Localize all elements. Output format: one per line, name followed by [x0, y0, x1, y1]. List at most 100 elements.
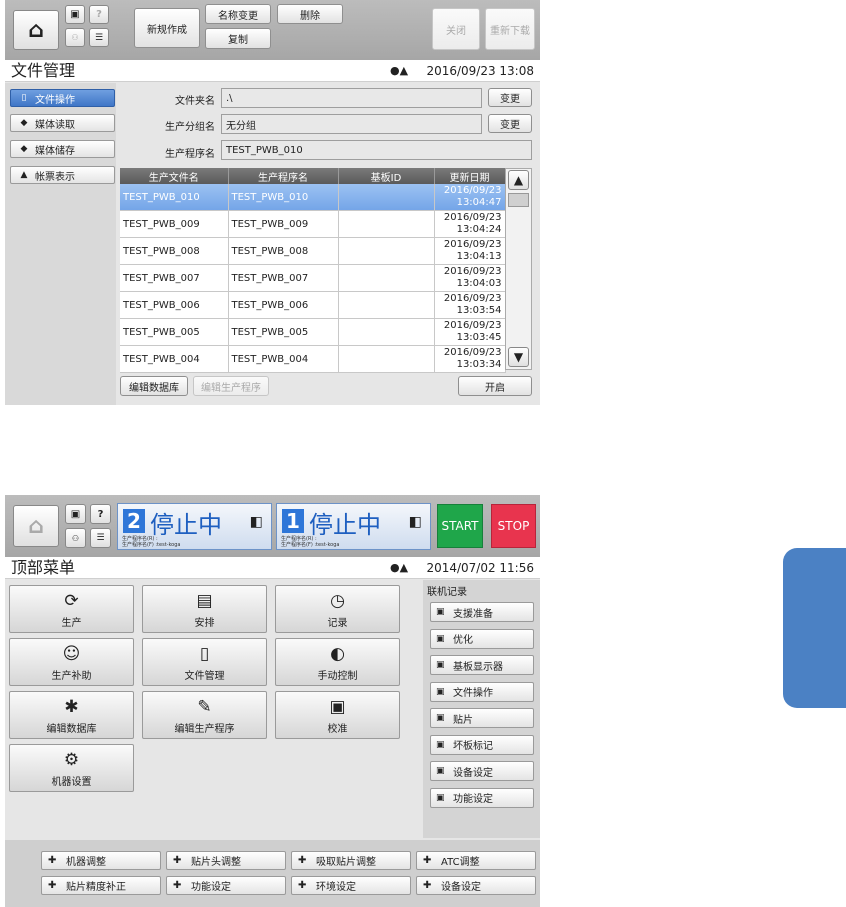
open-button[interactable]: 开启	[458, 376, 532, 396]
scroll-down-arrow-icon[interactable]: ▼	[508, 347, 529, 367]
change-group-button[interactable]: 变更	[488, 114, 532, 133]
menu-button-database[interactable]: ✱ 编辑数据库	[9, 691, 134, 739]
record-item-prep[interactable]: ▣ 支援准备	[430, 602, 534, 622]
menu-button-auto[interactable]: ⟳ 生产	[9, 585, 134, 633]
rename-button[interactable]: 名称变更	[205, 4, 271, 24]
scroll-thumb[interactable]	[508, 193, 529, 207]
menu-button-label: 机器设置	[51, 777, 92, 788]
table-row[interactable]: TEST_PWB_007 TEST_PWB_007 2016/09/23 13:04:…	[120, 264, 506, 292]
group-label: 生产分组名	[165, 122, 215, 133]
footer-button-accuracy[interactable]: ✚ 贴片精度补正	[41, 876, 161, 895]
menu-button-manual[interactable]: ◐ 手动控制	[275, 638, 400, 686]
new-button[interactable]: 新规作成	[134, 8, 200, 48]
sidebar-item-media-read[interactable]: ◆ 媒体读取	[10, 114, 115, 132]
home-icon[interactable]: ⌂	[13, 10, 59, 50]
record-item-label: 功能设定	[453, 794, 493, 805]
footer-button-pickup-adjust[interactable]: ✚ 吸取贴片调整	[291, 851, 411, 870]
footer-button-atc-adjust[interactable]: ✚ ATC调整	[416, 851, 536, 870]
footer-button-label: 贴片头调整	[191, 857, 241, 868]
program-label: 生产程序名	[165, 149, 215, 160]
board-display-icon: ▣	[436, 660, 445, 670]
menu-button-program[interactable]: ✎ 编辑生产程序	[142, 691, 267, 739]
table-row[interactable]: TEST_PWB_010 TEST_PWB_010 2016/09/23 13:04:…	[120, 184, 506, 211]
status-panel-1[interactable]: 1 停止中 ◧ 生产程序名(R) : 生产程序名(F) :test-koga	[276, 503, 431, 550]
status-panel-2[interactable]: 2 停止中 ◧ 生产程序名(R) : 生产程序名(F) :test-koga	[117, 503, 272, 550]
table-row[interactable]: TEST_PWB_008 TEST_PWB_008 2016/09/23 13:04:…	[120, 237, 506, 265]
help-icon[interactable]: ?	[89, 5, 109, 24]
home-icon[interactable]: ⌂	[13, 505, 59, 547]
record-item-device-settings[interactable]: ▣ 设备设定	[430, 761, 534, 781]
start-button[interactable]: START	[437, 504, 483, 548]
update-date-cell: 2016/09/23 13:03:54	[434, 291, 506, 319]
stop-button[interactable]: STOP	[491, 504, 536, 548]
table-row[interactable]: TEST_PWB_005 TEST_PWB_005 2016/09/23 13:03:…	[120, 318, 506, 346]
board-id-cell	[338, 264, 435, 292]
accuracy-icon: ✚	[48, 880, 57, 891]
col-board-id[interactable]: 基板ID	[338, 168, 435, 184]
table-header: 生产文件名 生产程序名 基板ID 更新日期	[120, 168, 506, 184]
record-item-function-settings[interactable]: ▣ 功能设定	[430, 787, 534, 808]
sidebar-item-media-save[interactable]: ◆ 媒体储存	[10, 140, 115, 158]
change-folder-button[interactable]: 变更	[488, 88, 532, 107]
record-item-bad-mark[interactable]: ▣ 坏板标记	[430, 734, 534, 755]
record-item-board-display[interactable]: ▣ 基板显示器	[430, 655, 534, 675]
board-id-cell	[338, 291, 435, 319]
sidebar-item-file-op[interactable]: ▯ 文件操作	[10, 89, 115, 107]
device-settings-icon: ▣	[436, 766, 445, 776]
menu-button-schedule[interactable]: ▤ 安排	[142, 585, 267, 633]
program-name-cell: TEST_PWB_007	[228, 264, 339, 292]
title-bar: 文件管理 ●▲ 2016/09/23 13:08	[5, 60, 540, 82]
copy-button[interactable]: 复制	[205, 28, 271, 49]
table-scrollbar[interactable]: ▲ ▼	[505, 168, 532, 370]
operator-icon[interactable]: ⚇	[65, 528, 86, 548]
menu-button-calibration[interactable]: ▣ 校准	[275, 691, 400, 739]
program-icon: ✎	[197, 697, 212, 717]
footer-button-function-settings[interactable]: ✚ 功能设定	[166, 876, 286, 895]
table-row[interactable]: TEST_PWB_004 TEST_PWB_004 2016/09/23 13:03:…	[120, 345, 506, 373]
datetime: 2016/09/23 13:08	[426, 64, 534, 78]
program-name-cell: TEST_PWB_005	[228, 318, 339, 346]
edit-program-button[interactable]: 编辑生产程序	[193, 376, 269, 396]
footer-button-device-settings[interactable]: ✚ 设备设定	[416, 876, 536, 895]
record-item-mount[interactable]: ▣ 贴片	[430, 708, 534, 728]
menu-button-label: 生产补助	[51, 671, 92, 682]
file-name-cell: TEST_PWB_004	[120, 345, 229, 373]
menu-button-label: 安排	[194, 618, 215, 629]
network-icon[interactable]: ☰	[89, 28, 109, 47]
program-field: TEST_PWB_010	[221, 140, 532, 160]
update-date-cell: 2016/09/23 13:03:34	[434, 345, 506, 373]
machine-icon: ◧	[408, 514, 422, 530]
col-file-name[interactable]: 生产文件名	[120, 168, 229, 184]
network-icon[interactable]: ☰	[90, 528, 111, 548]
close-button[interactable]: 关闭	[432, 8, 480, 50]
delete-button[interactable]: 删除	[277, 4, 343, 24]
menu-button-label: 编辑生产程序	[174, 724, 235, 735]
menu-button-file[interactable]: ▯ 文件管理	[142, 638, 267, 686]
update-date-cell: 2016/09/23 13:03:45	[434, 318, 506, 346]
record-item-file-op[interactable]: ▣ 文件操作	[430, 681, 534, 702]
menu-button-support[interactable]: ☺ 生产补助	[9, 638, 134, 686]
table-row[interactable]: TEST_PWB_009 TEST_PWB_009 2016/09/23 13:04:…	[120, 210, 506, 238]
col-update-date[interactable]: 更新日期	[434, 168, 506, 184]
board-id-cell	[338, 237, 435, 265]
scroll-up-arrow-icon[interactable]: ▲	[508, 170, 529, 190]
table-row[interactable]: TEST_PWB_006 TEST_PWB_006 2016/09/23 13:03:…	[120, 291, 506, 319]
display-icon[interactable]: ▣	[65, 504, 86, 524]
sidebar-item-report[interactable]: ▲ 帐票表示	[10, 166, 115, 184]
schedule-icon: ▤	[196, 591, 213, 611]
menu-button-history[interactable]: ◷ 记录	[275, 585, 400, 633]
file-name-cell: TEST_PWB_010	[120, 184, 229, 211]
reload-button[interactable]: 重新下载	[485, 8, 535, 50]
col-program-name[interactable]: 生产程序名	[228, 168, 339, 184]
record-item-optimize[interactable]: ▣ 优化	[430, 628, 534, 649]
operator-icon[interactable]: ⚇	[65, 28, 85, 47]
footer-button-environment[interactable]: ✚ 环境设定	[291, 876, 411, 895]
menu-button-machine-settings[interactable]: ⚙ 机器设置	[9, 744, 134, 792]
group-field: 无分组	[221, 114, 482, 134]
footer-button-machine-adjust[interactable]: ✚ 机器调整	[41, 851, 161, 870]
edit-database-button[interactable]: 编辑数据库	[120, 376, 188, 396]
footer-button-head-adjust[interactable]: ✚ 贴片头调整	[166, 851, 286, 870]
media-save-icon: ◆	[20, 144, 28, 154]
display-icon[interactable]: ▣	[65, 5, 85, 24]
help-icon[interactable]: ?	[90, 504, 111, 524]
